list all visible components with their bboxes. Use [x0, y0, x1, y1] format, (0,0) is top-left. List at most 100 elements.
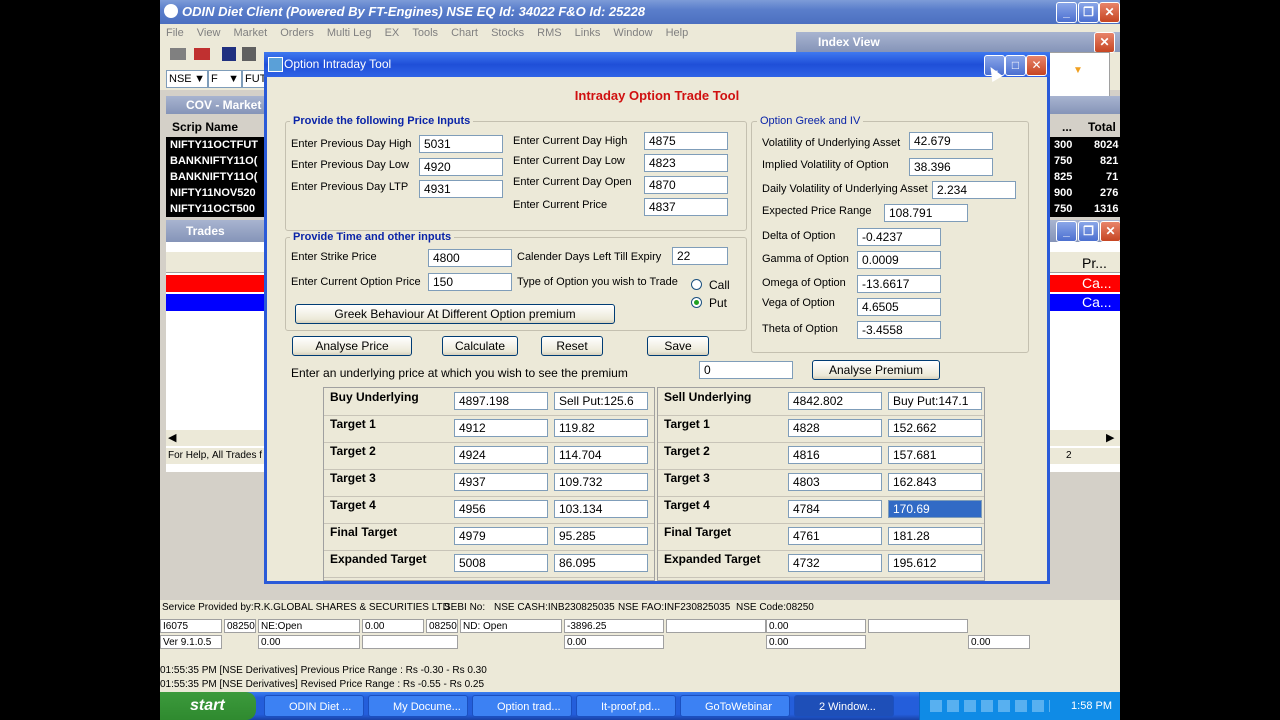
put-premium-field[interactable]: 114.704	[554, 446, 648, 464]
toolbar-icon[interactable]	[170, 48, 186, 60]
put-premium-field[interactable]: 157.681	[888, 446, 982, 464]
task-odin[interactable]: ODIN Diet ...	[264, 695, 364, 717]
save-button[interactable]: Save	[647, 336, 709, 356]
column-scrip-name[interactable]: Scrip Name	[172, 118, 238, 136]
print-icon[interactable]	[242, 47, 256, 61]
exchange-select[interactable]: NSE ▼	[166, 70, 208, 88]
underlying-price-field[interactable]: 5008	[454, 554, 548, 572]
price-range-input[interactable]: 108.791	[884, 204, 968, 222]
menu-tools[interactable]: Tools	[412, 27, 438, 39]
prev-high-input[interactable]: 5031	[419, 135, 503, 153]
menu-orders[interactable]: Orders	[280, 27, 314, 39]
put-radio[interactable]	[691, 297, 702, 308]
theta-input[interactable]: -3.4558	[857, 321, 941, 339]
task-it-proof[interactable]: It-proof.pd...	[576, 695, 676, 717]
underlying-price-field[interactable]: 4979	[454, 527, 548, 545]
menu-file[interactable]: File	[166, 27, 184, 39]
put-premium-field[interactable]: 86.095	[554, 554, 648, 572]
premium-underlying-input[interactable]: 0	[699, 361, 793, 379]
menu-ex[interactable]: EX	[385, 27, 400, 39]
option-price-input[interactable]: 150	[428, 273, 512, 291]
start-button[interactable]: start	[160, 692, 256, 720]
menu-chart[interactable]: Chart	[451, 27, 478, 39]
segment-select[interactable]: F ▼	[208, 70, 242, 88]
tray-icons[interactable]	[930, 700, 1050, 712]
cur-open-input[interactable]: 4870	[644, 176, 728, 194]
put-premium-field[interactable]: 152.662	[888, 419, 982, 437]
put-premium-field[interactable]: 119.82	[554, 419, 648, 437]
expiry-days-input[interactable]: 22	[672, 247, 728, 265]
save-icon[interactable]	[222, 47, 236, 61]
task-gotowebinar[interactable]: GoToWebinar	[680, 695, 790, 717]
underlying-price-field[interactable]: 4924	[454, 446, 548, 464]
underlying-price-field[interactable]: 4761	[788, 527, 882, 545]
omega-input[interactable]: -13.6617	[857, 275, 941, 293]
underlying-price-field[interactable]: 4912	[454, 419, 548, 437]
underlying-price-field[interactable]: 4828	[788, 419, 882, 437]
put-premium-field[interactable]: 162.843	[888, 473, 982, 491]
put-premium-field[interactable]: 103.134	[554, 500, 648, 518]
cur-price-input[interactable]: 4837	[644, 198, 728, 216]
taskbar: start ODIN Diet ... My Docume... Option …	[160, 692, 1120, 720]
volatility-input[interactable]: 42.679	[909, 132, 993, 150]
menu-market[interactable]: Market	[234, 27, 268, 39]
underlying-price-field[interactable]: 4816	[788, 446, 882, 464]
daily-volatility-input[interactable]: 2.234	[932, 181, 1016, 199]
underlying-price-field[interactable]: 4897.198	[454, 392, 548, 410]
vega-input[interactable]: 4.6505	[857, 298, 941, 316]
column-price[interactable]: Pr...	[1082, 255, 1107, 271]
put-premium-field[interactable]: 195.612	[888, 554, 982, 572]
trades-minimize-button[interactable]: _	[1056, 221, 1077, 242]
trades-restore-button[interactable]: ❐	[1078, 221, 1099, 242]
underlying-price-field[interactable]: 4937	[454, 473, 548, 491]
calculate-button[interactable]: Calculate	[442, 336, 518, 356]
menu-rms[interactable]: RMS	[537, 27, 561, 39]
scroll-left-icon[interactable]: ◀	[168, 431, 176, 444]
implied-volatility-label: Implied Volatility of Option	[762, 159, 889, 171]
column-dots[interactable]: ...	[1062, 118, 1072, 136]
put-premium-field[interactable]: 170.69	[888, 500, 982, 518]
restore-button[interactable]: ❐	[1078, 2, 1099, 23]
delta-input[interactable]: -0.4237	[857, 228, 941, 246]
call-radio[interactable]	[691, 279, 702, 290]
minimize-button[interactable]: _	[1056, 2, 1077, 23]
put-premium-field[interactable]: 181.28	[888, 527, 982, 545]
put-premium-field[interactable]: 109.732	[554, 473, 648, 491]
scroll-right-icon[interactable]: ▶	[1106, 431, 1114, 444]
menu-help[interactable]: Help	[666, 27, 689, 39]
menu-window[interactable]: Window	[613, 27, 652, 39]
toolbar-icon[interactable]	[194, 48, 210, 60]
implied-volatility-input[interactable]: 38.396	[909, 158, 993, 176]
task-option-trade[interactable]: Option trad...	[472, 695, 572, 717]
prev-low-input[interactable]: 4920	[419, 158, 503, 176]
close-button[interactable]: ✕	[1099, 2, 1120, 23]
menu-multileg[interactable]: Multi Leg	[327, 27, 372, 39]
put-premium-field[interactable]: 95.285	[554, 527, 648, 545]
prev-ltp-input[interactable]: 4931	[419, 180, 503, 198]
underlying-price-field[interactable]: 4842.802	[788, 392, 882, 410]
put-premium-field[interactable]: Sell Put:125.6	[554, 392, 648, 410]
index-view-close-button[interactable]: ✕	[1094, 32, 1115, 53]
task-windows-group[interactable]: 2 Window...	[794, 695, 894, 717]
cur-low-input[interactable]: 4823	[644, 154, 728, 172]
cur-high-input[interactable]: 4875	[644, 132, 728, 150]
dialog-maximize-button[interactable]: □	[1005, 55, 1026, 76]
underlying-price-field[interactable]: 4732	[788, 554, 882, 572]
gamma-input[interactable]: 0.0009	[857, 251, 941, 269]
analyse-premium-button[interactable]: Analyse Premium	[812, 360, 940, 380]
reset-button[interactable]: Reset	[541, 336, 603, 356]
menu-stocks[interactable]: Stocks	[491, 27, 524, 39]
put-premium-field[interactable]: Buy Put:147.1	[888, 392, 982, 410]
strike-input[interactable]: 4800	[428, 249, 512, 267]
underlying-price-field[interactable]: 4956	[454, 500, 548, 518]
task-my-documents[interactable]: My Docume...	[368, 695, 468, 717]
analyse-price-button[interactable]: Analyse Price	[292, 336, 412, 356]
status-cell: 0.00	[362, 619, 424, 633]
trades-close-button[interactable]: ✕	[1100, 221, 1120, 242]
underlying-price-field[interactable]: 4803	[788, 473, 882, 491]
dialog-close-button[interactable]: ✕	[1026, 55, 1047, 76]
underlying-price-field[interactable]: 4784	[788, 500, 882, 518]
menu-links[interactable]: Links	[575, 27, 601, 39]
menu-view[interactable]: View	[197, 27, 221, 39]
greek-behaviour-button[interactable]: Greek Behaviour At Different Option prem…	[295, 304, 615, 324]
